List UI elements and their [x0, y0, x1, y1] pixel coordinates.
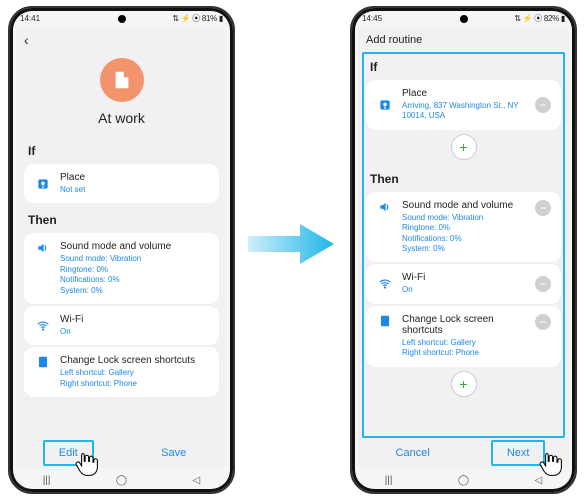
phone-right: 14:45 ⇅ ⚡ ⦿ 82% ▮ Add routine If Place A…	[350, 6, 577, 494]
wifi-icon	[376, 277, 394, 291]
place-sub: Arriving, 837 Washington St., NY 10014, …	[402, 101, 535, 122]
back-icon[interactable]: ‹	[24, 32, 29, 48]
front-camera	[118, 15, 126, 23]
routine-hero: At work	[16, 52, 227, 136]
next-button[interactable]: Next	[491, 440, 546, 466]
bottom-bar: Cancel Next	[358, 438, 569, 468]
nav-home-icon[interactable]: ◯	[116, 475, 127, 486]
speaker-icon	[376, 200, 394, 214]
wifi-sub: On	[60, 327, 209, 337]
bottom-bar: Edit Save	[16, 438, 227, 468]
sound-l3: Notifications: 0%	[402, 234, 535, 244]
android-nav: ||| ◯ ◁	[10, 472, 233, 488]
if-label: If	[16, 136, 227, 162]
save-button[interactable]: Save	[147, 442, 200, 464]
phone-left: 14:41 ⇅ ⚡ ⦿ 81% ▮ ‹ At work If Place Not…	[8, 6, 235, 494]
status-time: 14:45	[362, 14, 382, 23]
screen: Add routine If Place Arriving, 837 Washi…	[358, 28, 569, 468]
sound-title: Sound mode and volume	[60, 241, 209, 252]
wifi-icon	[34, 319, 52, 333]
edit-button[interactable]: Edit	[43, 440, 94, 466]
remove-action-icon[interactable]: −	[535, 200, 551, 216]
condition-place[interactable]: Place Arriving, 837 Washington St., NY 1…	[366, 80, 561, 130]
add-condition-button[interactable]: +	[451, 134, 477, 160]
status-time: 14:41	[20, 14, 40, 23]
place-pin-icon	[34, 177, 52, 191]
sound-l2: Ringtone: 0%	[60, 265, 209, 275]
screen: ‹ At work If Place Not set Then Sound m	[16, 28, 227, 468]
sound-l1: Sound mode: Vibration	[60, 254, 209, 264]
then-label: Then	[358, 164, 569, 190]
remove-condition-icon[interactable]: −	[535, 97, 551, 113]
sound-title: Sound mode and volume	[402, 200, 535, 211]
place-pin-icon	[376, 98, 394, 112]
status-battery: ⇅ ⚡ ⦿ 81% ▮	[172, 13, 223, 24]
nav-back-icon[interactable]: ◁	[535, 475, 543, 486]
nav-home-icon[interactable]: ◯	[458, 475, 469, 486]
android-nav: ||| ◯ ◁	[352, 472, 575, 488]
wifi-title: Wi-Fi	[60, 314, 209, 325]
then-label: Then	[16, 205, 227, 231]
title-bar: Add routine	[358, 28, 569, 52]
nav-recents-icon[interactable]: |||	[43, 475, 51, 486]
title-bar: ‹	[16, 28, 227, 52]
sound-l4: System: 0%	[402, 244, 535, 254]
action-wifi[interactable]: Wi-Fi On	[24, 306, 219, 345]
nav-recents-icon[interactable]: |||	[385, 475, 393, 486]
place-sub: Not set	[60, 185, 209, 195]
action-sound[interactable]: Sound mode and volume Sound mode: Vibrat…	[24, 233, 219, 304]
wifi-title: Wi-Fi	[402, 272, 535, 283]
sound-l4: System: 0%	[60, 286, 209, 296]
lockscreen-icon	[376, 314, 394, 328]
place-title: Place	[402, 88, 535, 99]
lock-l2: Right shortcut: Phone	[402, 348, 535, 358]
lock-l2: Right shortcut: Phone	[60, 379, 209, 389]
wifi-sub: On	[402, 285, 535, 295]
sound-l3: Notifications: 0%	[60, 275, 209, 285]
add-action-button[interactable]: +	[451, 371, 477, 397]
place-title: Place	[60, 172, 209, 183]
action-wifi[interactable]: Wi-Fi On −	[366, 264, 561, 303]
action-lockscreen[interactable]: Change Lock screen shortcuts Left shortc…	[366, 306, 561, 367]
speaker-icon	[34, 241, 52, 255]
status-battery: ⇅ ⚡ ⦿ 82% ▮	[514, 13, 565, 24]
lockscreen-icon	[34, 355, 52, 369]
cancel-button[interactable]: Cancel	[382, 442, 444, 464]
sound-l2: Ringtone: 0%	[402, 223, 535, 233]
routine-title: At work	[98, 110, 145, 126]
nav-back-icon[interactable]: ◁	[193, 475, 201, 486]
condition-place[interactable]: Place Not set	[24, 164, 219, 203]
sound-l1: Sound mode: Vibration	[402, 213, 535, 223]
action-lockscreen[interactable]: Change Lock screen shortcuts Left shortc…	[24, 347, 219, 397]
remove-action-icon[interactable]: −	[535, 276, 551, 292]
front-camera	[460, 15, 468, 23]
lock-l1: Left shortcut: Gallery	[402, 338, 535, 348]
action-sound[interactable]: Sound mode and volume Sound mode: Vibrat…	[366, 192, 561, 263]
lock-l1: Left shortcut: Gallery	[60, 368, 209, 378]
lock-title: Change Lock screen shortcuts	[60, 355, 209, 366]
lock-title: Change Lock screen shortcuts	[402, 314, 535, 336]
page-title: Add routine	[366, 34, 422, 46]
transition-arrow-icon	[248, 220, 334, 268]
building-icon	[100, 58, 144, 102]
if-label: If	[358, 52, 569, 78]
remove-action-icon[interactable]: −	[535, 314, 551, 330]
